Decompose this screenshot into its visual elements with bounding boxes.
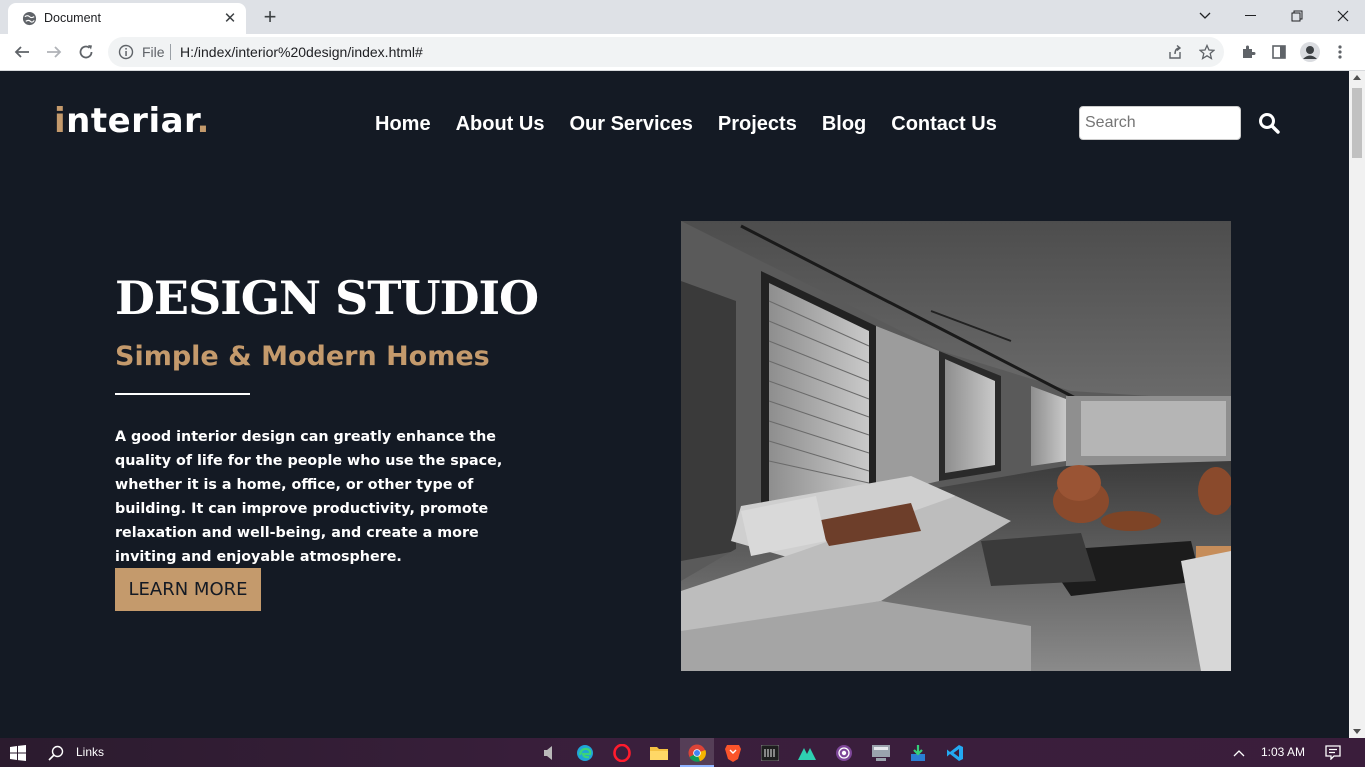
scroll-down-icon[interactable] — [1353, 729, 1361, 734]
nav-blog[interactable]: Blog — [822, 113, 866, 136]
tab-title: Document — [44, 11, 101, 25]
logo-dot: . — [196, 101, 210, 141]
learn-more-button[interactable]: LEARN MORE — [115, 568, 261, 611]
scrollbar-thumb[interactable] — [1352, 88, 1362, 158]
side-panel-icon[interactable] — [1267, 40, 1291, 64]
chrome-menu-icon[interactable] — [1328, 40, 1352, 64]
nav-projects[interactable]: Projects — [718, 113, 797, 136]
sound-app-icon[interactable] — [538, 738, 558, 767]
page-viewport: interiar. Home About Us Our Services Pro… — [0, 71, 1349, 738]
extensions-icon[interactable] — [1236, 40, 1260, 64]
browser-tab[interactable]: Document ✕ — [8, 3, 246, 34]
close-tab-icon[interactable]: ✕ — [222, 10, 238, 26]
hero-interior-image — [681, 221, 1231, 671]
opera-browser-icon[interactable] — [612, 738, 632, 767]
scheme-label: File — [142, 44, 165, 60]
logo-text: nteriar — [66, 101, 197, 141]
bookmark-star-icon[interactable] — [1198, 43, 1216, 61]
hero-subtitle: Simple & Modern Homes — [115, 341, 490, 372]
notification-center-icon[interactable] — [1323, 738, 1343, 767]
minimize-icon[interactable] — [1228, 2, 1274, 30]
installer-app-icon[interactable] — [908, 738, 928, 767]
vscode-icon[interactable] — [945, 738, 965, 767]
nav-contact-us[interactable]: Contact Us — [891, 113, 997, 136]
taskbar-search-icon[interactable] — [46, 738, 66, 767]
profile-avatar[interactable] — [1298, 40, 1322, 64]
nav-about-us[interactable]: About Us — [456, 113, 545, 136]
file-explorer-icon[interactable] — [649, 738, 669, 767]
hero-divider — [115, 393, 250, 395]
share-icon[interactable] — [1166, 43, 1184, 61]
scroll-up-icon[interactable] — [1353, 75, 1361, 80]
omnibox-divider — [170, 44, 171, 60]
back-icon[interactable] — [10, 40, 34, 64]
chrome-browser-icon[interactable] — [687, 738, 707, 767]
globe-icon — [22, 11, 37, 26]
address-bar[interactable]: File H:/index/interior%20design/index.ht… — [108, 37, 1224, 67]
teal-app-icon[interactable] — [797, 738, 817, 767]
close-window-icon[interactable] — [1320, 2, 1365, 30]
nav-home[interactable]: Home — [375, 113, 431, 136]
windows-start-icon[interactable] — [8, 738, 28, 767]
device-manager-icon[interactable] — [871, 738, 891, 767]
windows-taskbar: Links 1:03 AM — [0, 738, 1365, 767]
main-nav: Home About Us Our Services Projects Blog… — [375, 113, 997, 136]
forward-icon[interactable] — [42, 40, 66, 64]
tor-browser-icon[interactable] — [834, 738, 854, 767]
search-input[interactable] — [1079, 106, 1241, 140]
info-icon[interactable] — [118, 44, 134, 60]
taskbar-clock[interactable]: 1:03 AM — [1261, 745, 1305, 759]
terminal-app-icon[interactable] — [760, 738, 780, 767]
logo-accent-letter: i — [54, 101, 67, 141]
taskbar-search-label[interactable]: Links — [76, 745, 104, 759]
browser-toolbar: File H:/index/interior%20design/index.ht… — [0, 34, 1365, 71]
url-text[interactable]: H:/index/interior%20design/index.html# — [180, 44, 423, 60]
hero-description: A good interior design can greatly enhan… — [115, 429, 503, 565]
show-hidden-icons-icon[interactable] — [1230, 738, 1248, 767]
brave-browser-icon[interactable] — [723, 738, 743, 767]
nav-our-services[interactable]: Our Services — [569, 113, 692, 136]
reload-icon[interactable] — [74, 40, 98, 64]
browser-tab-bar: Document ✕ + — [0, 0, 1365, 34]
hero-title: DESIGN STUDIO — [115, 271, 539, 325]
new-tab-icon[interactable]: + — [258, 6, 282, 28]
page-scrollbar[interactable] — [1349, 71, 1365, 738]
site-logo[interactable]: interiar. — [54, 101, 210, 141]
restore-icon[interactable] — [1274, 2, 1320, 30]
edge-browser-icon[interactable] — [575, 738, 595, 767]
tab-search-icon[interactable] — [1182, 2, 1228, 30]
search-icon[interactable] — [1257, 111, 1281, 135]
